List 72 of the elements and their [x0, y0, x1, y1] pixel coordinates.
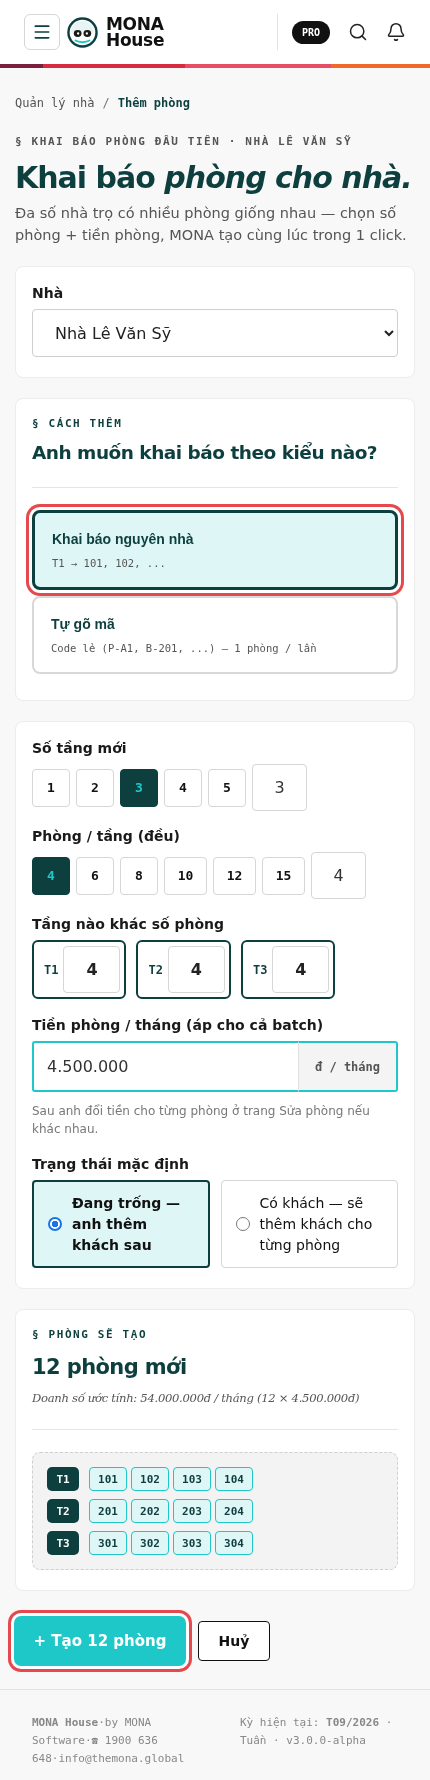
- page-title: Khai báo phòng cho nhà.: [15, 159, 413, 197]
- section-eyebrow: § KHAI BÁO PHÒNG ĐẦU TIÊN · NHÀ LÊ VĂN SỸ: [15, 135, 354, 148]
- field-label: Nhà: [32, 285, 65, 301]
- number-field[interactable]: 4: [311, 852, 366, 899]
- radio-icon[interactable]: [235, 1217, 250, 1231]
- field-label: Tiền phòng / tháng (áp cho cả batch): [32, 1017, 325, 1033]
- number-option[interactable]: 12: [213, 856, 256, 895]
- menu-button[interactable]: [24, 14, 60, 50]
- number-option[interactable]: 4: [32, 856, 70, 895]
- field-label: Trạng thái mặc định: [32, 1156, 190, 1172]
- number-field[interactable]: 3: [252, 764, 307, 811]
- rent-field[interactable]: 4.500.000: [32, 1041, 298, 1092]
- breadcrumb-separator: /: [102, 96, 110, 110]
- floor-tag: T1: [47, 1467, 79, 1491]
- house-select[interactable]: Nhà Lê Văn Sỹ: [32, 309, 398, 357]
- section-title: Anh muốn khai báo theo kiểu nào?: [32, 442, 379, 463]
- number-option[interactable]: 6: [76, 856, 114, 895]
- floor-label: T3: [252, 962, 268, 977]
- floor-label: T2: [148, 962, 163, 977]
- room-tag: 302: [131, 1531, 169, 1555]
- breadcrumb-link[interactable]: Quản lý nhà: [15, 96, 95, 110]
- field-label: Số tầng mới: [32, 740, 128, 756]
- bell-icon: [386, 22, 406, 42]
- search-icon: [348, 22, 368, 42]
- floor-tag: T2: [47, 1499, 79, 1523]
- room-count-field[interactable]: 4: [167, 946, 225, 993]
- room-count-title: 12 phòng mới: [32, 1355, 188, 1379]
- room-tag: 101: [89, 1467, 127, 1491]
- number-option[interactable]: 5: [208, 768, 246, 807]
- room-tag: 201: [89, 1499, 127, 1523]
- search-button[interactable]: [348, 22, 368, 42]
- number-option[interactable]: 2: [76, 768, 114, 807]
- room-tag: 304: [215, 1531, 253, 1555]
- pro-badge: PRO: [291, 20, 330, 44]
- room-tag: 104: [215, 1467, 253, 1491]
- number-option[interactable]: 15: [262, 856, 305, 895]
- number-option[interactable]: 1: [32, 768, 70, 807]
- number-option[interactable]: 3: [120, 768, 158, 807]
- status-option[interactable]: Đang trống — anh thêm khách sau: [32, 1180, 210, 1268]
- section-eyebrow: § PHÒNG SẼ TẠO: [32, 1328, 149, 1341]
- footer-info: MONA House·by MONA Software·☎ 1900 636 648·info@themona.global: [32, 1715, 186, 1767]
- status-option[interactable]: Có khách — sẽ thêm khách cho từng phòng: [220, 1180, 398, 1268]
- room-tag: 204: [215, 1499, 253, 1523]
- help-text: Sau anh đổi tiền cho từng phòng ở trang Sửa phòng nếu khác nhau.: [32, 1103, 371, 1138]
- floor-label: T1: [44, 962, 59, 977]
- radio-icon[interactable]: [48, 1217, 62, 1231]
- field-label: Tầng nào khác số phòng: [32, 916, 226, 932]
- notification-button[interactable]: [386, 22, 406, 42]
- room-count-field[interactable]: 4: [272, 946, 330, 993]
- floor-tag: T3: [47, 1531, 79, 1555]
- brand-name: MONA House: [106, 16, 165, 48]
- number-option[interactable]: 4: [164, 768, 202, 807]
- number-option[interactable]: 8: [120, 856, 158, 895]
- room-tag: 301: [89, 1531, 127, 1555]
- unit-label: đ / tháng: [298, 1041, 398, 1092]
- cancel-button[interactable]: Huỷ: [198, 1621, 270, 1661]
- revenue-estimate: Doanh số ước tính: 54.000.000đ / tháng (12 × 4.500.000đ): [32, 1391, 361, 1405]
- section-eyebrow: § CÁCH THÊM: [32, 417, 124, 430]
- room-tag: 203: [173, 1499, 211, 1523]
- room-tag: 103: [173, 1467, 211, 1491]
- room-tag: 303: [173, 1531, 211, 1555]
- page-description: Đa số nhà trọ có nhiều phòng giống nhau — chọn số phòng + tiền phòng, MONA tạo cùng lúc trong 1 click.: [15, 204, 408, 245]
- method-option[interactable]: Tự gõ mã Code lẻ (P-A1, B-201, ...) — 1 phòng / lần: [32, 596, 398, 674]
- room-tag: 102: [131, 1467, 169, 1491]
- panda-logo-icon: [67, 16, 98, 48]
- room-tag: 202: [131, 1499, 169, 1523]
- room-count-field[interactable]: 4: [63, 946, 121, 993]
- field-label: Phòng / tầng (đều): [32, 828, 181, 844]
- menu-icon: [32, 22, 52, 42]
- breadcrumb-link[interactable]: Thêm phòng: [117, 96, 190, 110]
- number-option[interactable]: 10: [164, 856, 207, 895]
- footer-period: Kỳ hiện tại: T09/2026 · Tuần · v3.0.0-alpha: [240, 1715, 394, 1749]
